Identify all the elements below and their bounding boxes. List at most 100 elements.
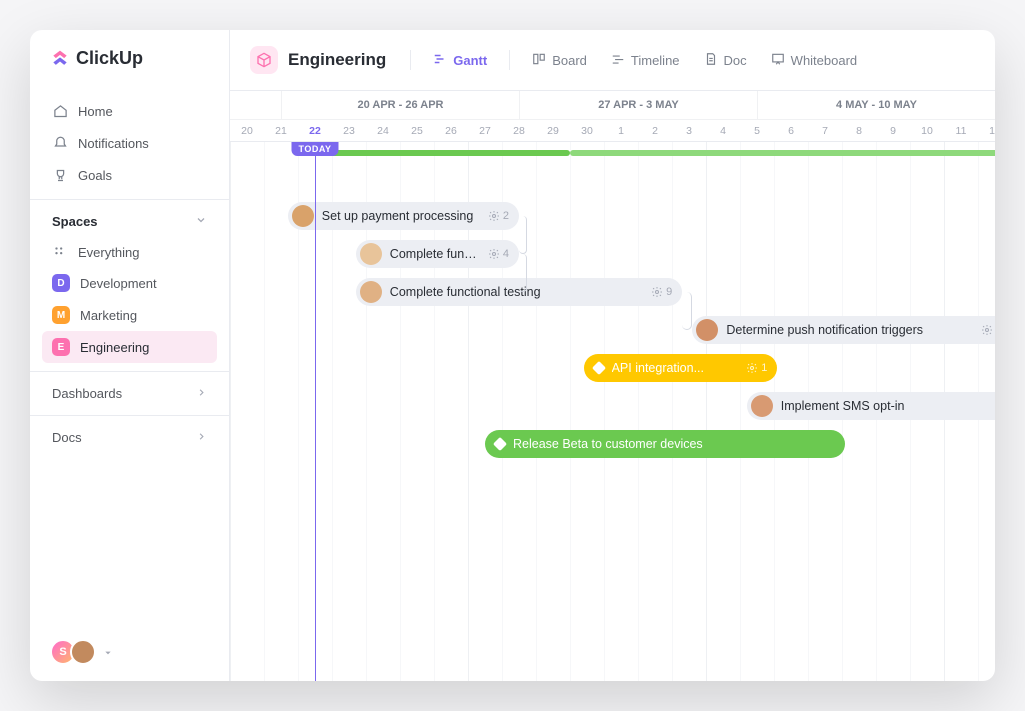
day-header[interactable]: 5 bbox=[740, 120, 774, 141]
space-label: Marketing bbox=[80, 308, 137, 323]
doc-icon bbox=[704, 52, 718, 69]
divider bbox=[509, 50, 510, 70]
chevron-right-icon bbox=[196, 430, 207, 445]
space-item-engineering[interactable]: E Engineering bbox=[42, 331, 217, 363]
task-label: Determine push notification triggers bbox=[726, 323, 972, 337]
nav-notifications[interactable]: Notifications bbox=[42, 127, 217, 159]
day-header[interactable]: 24 bbox=[366, 120, 400, 141]
day-header[interactable]: 23 bbox=[332, 120, 366, 141]
task-label: Set up payment processing bbox=[322, 209, 480, 223]
space-name: Engineering bbox=[288, 50, 386, 70]
overview-segment[interactable] bbox=[570, 150, 995, 156]
subtask-count[interactable]: 2 bbox=[488, 210, 509, 222]
view-label: Timeline bbox=[631, 53, 680, 68]
assignee-avatar[interactable] bbox=[292, 205, 314, 227]
task-label: Release Beta to customer devices bbox=[513, 437, 835, 451]
space-everything[interactable]: Everything bbox=[42, 237, 217, 267]
grid-dots-icon bbox=[52, 244, 68, 260]
task-bar[interactable]: Implement SMS opt-in bbox=[747, 392, 995, 420]
space-item-development[interactable]: DDevelopment bbox=[42, 267, 217, 299]
chevron-right-icon bbox=[196, 386, 207, 401]
cube-icon bbox=[250, 46, 278, 74]
day-header[interactable]: 4 bbox=[706, 120, 740, 141]
nav-label: Goals bbox=[78, 168, 112, 183]
space-label: Everything bbox=[78, 245, 139, 260]
space-title[interactable]: Engineering bbox=[250, 46, 396, 74]
space-item-marketing[interactable]: MMarketing bbox=[42, 299, 217, 331]
subtask-count[interactable]: 4 bbox=[488, 248, 509, 260]
nav-goals[interactable]: Goals bbox=[42, 159, 217, 191]
space-label: Development bbox=[80, 276, 157, 291]
assignee-avatar[interactable] bbox=[360, 281, 382, 303]
assignee-avatar[interactable] bbox=[751, 395, 773, 417]
day-header[interactable]: 26 bbox=[434, 120, 468, 141]
task-bar[interactable]: Release Beta to customer devices bbox=[485, 430, 845, 458]
bell-icon bbox=[52, 135, 68, 151]
gantt-chart[interactable]: TODAY Set up payment processing 2 Complete… bbox=[230, 142, 995, 681]
assignee-avatar[interactable] bbox=[696, 319, 718, 341]
spaces-header[interactable]: Spaces bbox=[42, 214, 217, 237]
view-doc[interactable]: Doc bbox=[696, 48, 755, 73]
task-bar[interactable]: API integration...1 bbox=[584, 354, 778, 382]
today-line: TODAY bbox=[315, 142, 316, 681]
view-whiteboard[interactable]: Whiteboard bbox=[763, 48, 865, 73]
subtask-count[interactable]: 9 bbox=[651, 286, 672, 298]
task-connector bbox=[519, 216, 527, 254]
dashboards-label: Dashboards bbox=[52, 386, 122, 401]
day-header[interactable]: 2 bbox=[638, 120, 672, 141]
milestone-icon bbox=[493, 437, 507, 451]
view-label: Doc bbox=[724, 53, 747, 68]
timeline-header: 20 APR - 26 APR27 APR - 3 MAY4 MAY - 10 … bbox=[230, 91, 995, 142]
day-header[interactable]: 29 bbox=[536, 120, 570, 141]
board-icon bbox=[532, 52, 546, 69]
day-header[interactable]: 20 bbox=[230, 120, 264, 141]
day-header[interactable]: 1 bbox=[604, 120, 638, 141]
task-label: Implement SMS opt-in bbox=[781, 399, 995, 413]
view-gantt[interactable]: Gantt bbox=[425, 48, 495, 73]
day-header[interactable]: 28 bbox=[502, 120, 536, 141]
day-header[interactable]: 12 bbox=[978, 120, 995, 141]
day-header[interactable]: 30 bbox=[570, 120, 604, 141]
whiteboard-icon bbox=[771, 52, 785, 69]
assignee-avatar[interactable] bbox=[360, 243, 382, 265]
task-bar[interactable]: Determine push notification triggers 1 bbox=[692, 316, 995, 344]
day-header[interactable]: 8 bbox=[842, 120, 876, 141]
day-header[interactable]: 27 bbox=[468, 120, 502, 141]
space-label: Engineering bbox=[80, 340, 149, 355]
day-header[interactable]: 21 bbox=[264, 120, 298, 141]
main-content: Engineering Gantt Board Timeline Doc bbox=[230, 30, 995, 681]
subtask-count[interactable]: 1 bbox=[981, 324, 995, 336]
day-header[interactable]: 7 bbox=[808, 120, 842, 141]
day-header[interactable]: 6 bbox=[774, 120, 808, 141]
today-label: TODAY bbox=[291, 142, 338, 156]
subtask-count[interactable]: 1 bbox=[746, 362, 767, 374]
day-header[interactable]: 25 bbox=[400, 120, 434, 141]
day-header[interactable]: 10 bbox=[910, 120, 944, 141]
day-header[interactable]: 9 bbox=[876, 120, 910, 141]
sidebar: ClickUp Home Notifications Goals Spaces bbox=[30, 30, 230, 681]
milestone-icon bbox=[592, 361, 606, 375]
day-header[interactable]: 11 bbox=[944, 120, 978, 141]
task-label: Complete functio... bbox=[390, 247, 480, 261]
day-header[interactable]: 22 bbox=[298, 120, 332, 141]
header: Engineering Gantt Board Timeline Doc bbox=[230, 30, 995, 91]
task-label: Complete functional testing bbox=[390, 285, 643, 299]
task-bar[interactable]: Set up payment processing 2 bbox=[288, 202, 519, 230]
logo[interactable]: ClickUp bbox=[30, 30, 229, 87]
docs-section[interactable]: Docs bbox=[30, 415, 229, 459]
task-connector bbox=[682, 292, 692, 330]
day-header[interactable]: 3 bbox=[672, 120, 706, 141]
brand-text: ClickUp bbox=[76, 48, 143, 69]
primary-nav: Home Notifications Goals bbox=[30, 87, 229, 199]
space-badge: E bbox=[52, 338, 70, 356]
view-board[interactable]: Board bbox=[524, 48, 595, 73]
user-avatar[interactable] bbox=[70, 639, 96, 665]
docs-label: Docs bbox=[52, 430, 82, 445]
chevron-down-icon[interactable] bbox=[104, 645, 112, 660]
spaces-section: Spaces Everything DDevelopmentMMarketing… bbox=[30, 199, 229, 371]
task-bar[interactable]: Complete functio... 4 bbox=[356, 240, 519, 268]
overview-segment[interactable] bbox=[298, 150, 570, 156]
view-timeline[interactable]: Timeline bbox=[603, 48, 688, 73]
nav-home[interactable]: Home bbox=[42, 95, 217, 127]
dashboards-section[interactable]: Dashboards bbox=[30, 371, 229, 415]
